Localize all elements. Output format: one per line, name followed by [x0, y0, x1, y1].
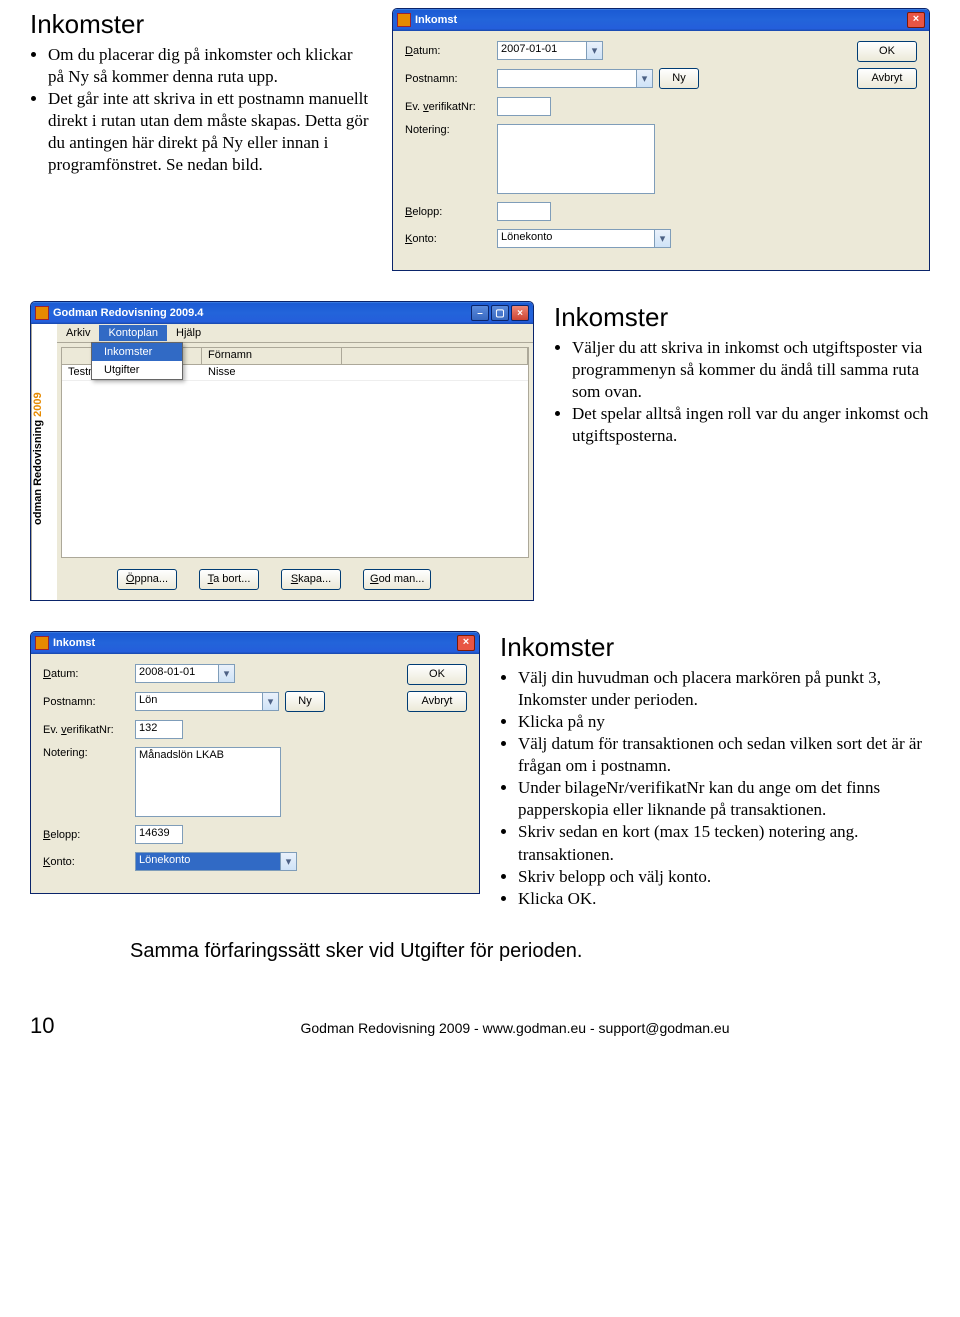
belopp-input[interactable]: 14639	[135, 825, 183, 844]
postnamn-combo[interactable]: ▾	[497, 69, 653, 88]
col-2-header[interactable]: Förnamn	[202, 348, 342, 364]
datum-input[interactable]: 2008-01-01	[135, 664, 219, 683]
section3-heading: Inkomster	[500, 631, 930, 665]
menubar: Arkiv Kontoplan Hjälp	[57, 324, 533, 343]
konto-label: Konto:	[43, 856, 129, 868]
tabort-button[interactable]: Ta bort...	[199, 569, 259, 590]
chevron-down-icon[interactable]: ▾	[655, 229, 671, 248]
avbryt-button[interactable]: Avbryt	[857, 68, 917, 89]
notering-input[interactable]: Månadslön LKAB	[135, 747, 281, 817]
minimize-icon[interactable]: –	[471, 305, 489, 321]
chevron-down-icon[interactable]: ▾	[263, 692, 279, 711]
konto-input[interactable]: Lönekonto	[497, 229, 655, 248]
app-title: Godman Redovisning 2009.4	[53, 307, 471, 319]
section2-heading: Inkomster	[554, 301, 930, 335]
datum-combo[interactable]: 2007-01-01 ▾	[497, 41, 603, 60]
summary-text: Samma förfaringssätt sker vid Utgifter f…	[130, 940, 930, 963]
menu-kontoplan[interactable]: Kontoplan	[99, 325, 167, 341]
submenu-inkomster[interactable]: Inkomster	[92, 343, 182, 361]
inkomst-dialog-2: Inkomst × Datum: 2008-01-01 ▾ Postnamn:	[30, 631, 480, 894]
chevron-down-icon[interactable]: ▾	[637, 69, 653, 88]
chevron-down-icon[interactable]: ▾	[219, 664, 235, 683]
app-icon	[397, 13, 411, 27]
oppna-button[interactable]: Öppna...	[117, 569, 177, 590]
cell: Nisse	[202, 365, 342, 380]
konto-combo[interactable]: Lönekonto ▾	[497, 229, 671, 248]
verifikat-input[interactable]: 132	[135, 720, 183, 739]
submenu-utgifter[interactable]: Utgifter	[92, 361, 182, 379]
datum-label: Datum:	[43, 668, 129, 680]
godman-button[interactable]: God man...	[363, 569, 431, 590]
page-number: 10	[30, 1013, 100, 1039]
dialog-title: Inkomst	[53, 637, 457, 649]
section2-bullet: Väljer du att skriva in inkomst och utgi…	[572, 337, 930, 403]
section3-list: Välj din huvudman och placera markören p…	[500, 667, 930, 910]
ok-button[interactable]: OK	[407, 664, 467, 685]
section3-bullet: Välj din huvudman och placera markören p…	[518, 667, 930, 711]
ny-button[interactable]: Ny	[285, 691, 325, 712]
datum-input[interactable]: 2007-01-01	[497, 41, 587, 60]
notering-input[interactable]	[497, 124, 655, 194]
verifikat-input[interactable]	[497, 97, 551, 116]
section1-bullet: Det går inte att skriva in ett postnamn …	[48, 88, 372, 176]
postnamn-input[interactable]: Lön	[135, 692, 263, 711]
page-footer: 10 Godman Redovisning 2009 - www.godman.…	[30, 1013, 930, 1039]
section2-bullet: Det spelar alltså ingen roll var du ange…	[572, 403, 930, 447]
belopp-input[interactable]	[497, 202, 551, 221]
avbryt-button[interactable]: Avbryt	[407, 691, 467, 712]
col-3-header[interactable]	[342, 348, 528, 364]
notering-label: Notering:	[405, 124, 491, 136]
section3-bullet: Välj datum för transaktionen och sedan v…	[518, 733, 930, 777]
maximize-icon[interactable]: ▢	[491, 305, 509, 321]
app-icon	[35, 636, 49, 650]
app-icon	[35, 306, 49, 320]
chevron-down-icon[interactable]: ▾	[587, 41, 603, 60]
close-icon[interactable]: ×	[907, 12, 925, 28]
section3-bullet: Klicka på ny	[518, 711, 930, 733]
belopp-label: Belopp:	[405, 206, 491, 218]
submenu: Inkomster Utgifter	[91, 342, 183, 380]
belopp-label: Belopp:	[43, 829, 129, 841]
close-icon[interactable]: ×	[457, 635, 475, 651]
inkomst-dialog-1: Inkomst × Datum: 2007-01-01 ▾ Postnamn:	[392, 8, 930, 271]
section2-list: Väljer du att skriva in inkomst och utgi…	[554, 337, 930, 447]
section1-bullet: Om du placerar dig på inkomster och klic…	[48, 44, 372, 88]
postnamn-label: Postnamn:	[43, 696, 129, 708]
postnamn-combo[interactable]: Lön ▾	[135, 692, 279, 711]
datum-label: Datum:	[405, 45, 491, 57]
konto-combo[interactable]: Lönekonto ▾	[135, 852, 297, 871]
verifikat-label: Ev. verifikatNr:	[405, 101, 491, 113]
section3-bullet: Skriv belopp och välj konto.	[518, 866, 930, 888]
skapa-button[interactable]: Skapa...	[281, 569, 341, 590]
ok-button[interactable]: OK	[857, 41, 917, 62]
section3-bullet: Klicka OK.	[518, 888, 930, 910]
section3-bullet: Under bilageNr/verifikatNr kan du ange o…	[518, 777, 930, 821]
section3-bullet: Skriv sedan en kort (max 15 tecken) note…	[518, 821, 930, 865]
menu-hjalp[interactable]: Hjälp	[167, 325, 210, 341]
datum-combo[interactable]: 2008-01-01 ▾	[135, 664, 235, 683]
konto-label: Konto:	[405, 233, 491, 245]
footer-text: Godman Redovisning 2009 - www.godman.eu …	[100, 1020, 930, 1036]
notering-label: Notering:	[43, 747, 129, 759]
section1-list: Om du placerar dig på inkomster och klic…	[30, 44, 372, 177]
chevron-down-icon[interactable]: ▾	[281, 852, 297, 871]
main-app-window: Godman Redovisning 2009.4 – ▢ × odman Re…	[30, 301, 534, 601]
dialog-title: Inkomst	[415, 14, 907, 26]
app-sidebar-logo: odman Redovisning 2009	[31, 324, 57, 600]
postnamn-input[interactable]	[497, 69, 637, 88]
konto-input[interactable]: Lönekonto	[135, 852, 281, 871]
section1-heading: Inkomster	[30, 8, 372, 42]
postnamn-label: Postnamn:	[405, 73, 491, 85]
ny-button[interactable]: Ny	[659, 68, 699, 89]
menu-arkiv[interactable]: Arkiv	[57, 325, 99, 341]
close-icon[interactable]: ×	[511, 305, 529, 321]
verifikat-label: Ev. verifikatNr:	[43, 724, 129, 736]
